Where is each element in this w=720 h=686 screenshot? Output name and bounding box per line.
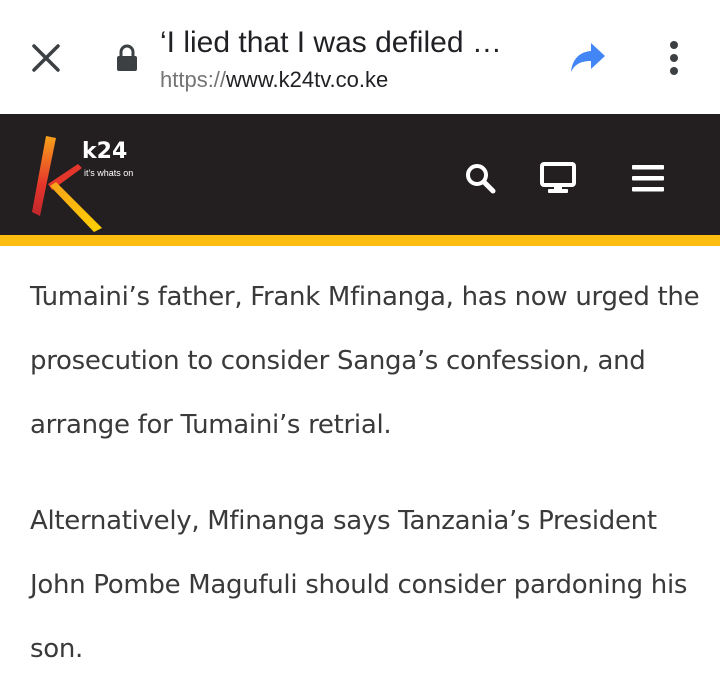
- url-scheme: https://: [160, 67, 227, 92]
- site-header: k24 it's whats on: [0, 114, 720, 246]
- k24-logo[interactable]: k24: [28, 128, 138, 232]
- article-paragraph: Tumaini’s father, Frank Mfinanga, has no…: [30, 282, 700, 440]
- url-text[interactable]: https://www.k24tv.co.ke: [160, 66, 388, 94]
- close-tab-button[interactable]: [24, 36, 68, 80]
- page-title[interactable]: ‘I lied that I was defiled …: [160, 24, 550, 62]
- article-body: Tumaini’s father, Frank Mfinanga, has no…: [30, 246, 700, 681]
- more-vert-icon: [670, 41, 678, 75]
- lock-icon[interactable]: [114, 44, 140, 72]
- article-paragraph: Alternatively, Mfinanga says Tanzania’s …: [30, 506, 688, 664]
- logo-text: k24: [82, 139, 127, 164]
- hamburger-icon: [632, 165, 664, 192]
- main-menu-button[interactable]: [628, 158, 668, 198]
- search-button[interactable]: [460, 158, 500, 198]
- more-options-button[interactable]: [652, 36, 696, 80]
- live-tv-button[interactable]: [538, 158, 578, 198]
- browser-toolbar: ‘I lied that I was defiled … https://www…: [0, 0, 720, 114]
- search-icon: [466, 164, 496, 194]
- tv-icon: [540, 162, 576, 193]
- close-icon: [32, 44, 60, 72]
- tagline: it's whats on: [84, 168, 134, 178]
- share-icon: [571, 43, 605, 72]
- url-host: www.k24tv.co.ke: [226, 67, 389, 92]
- share-button[interactable]: [566, 36, 610, 80]
